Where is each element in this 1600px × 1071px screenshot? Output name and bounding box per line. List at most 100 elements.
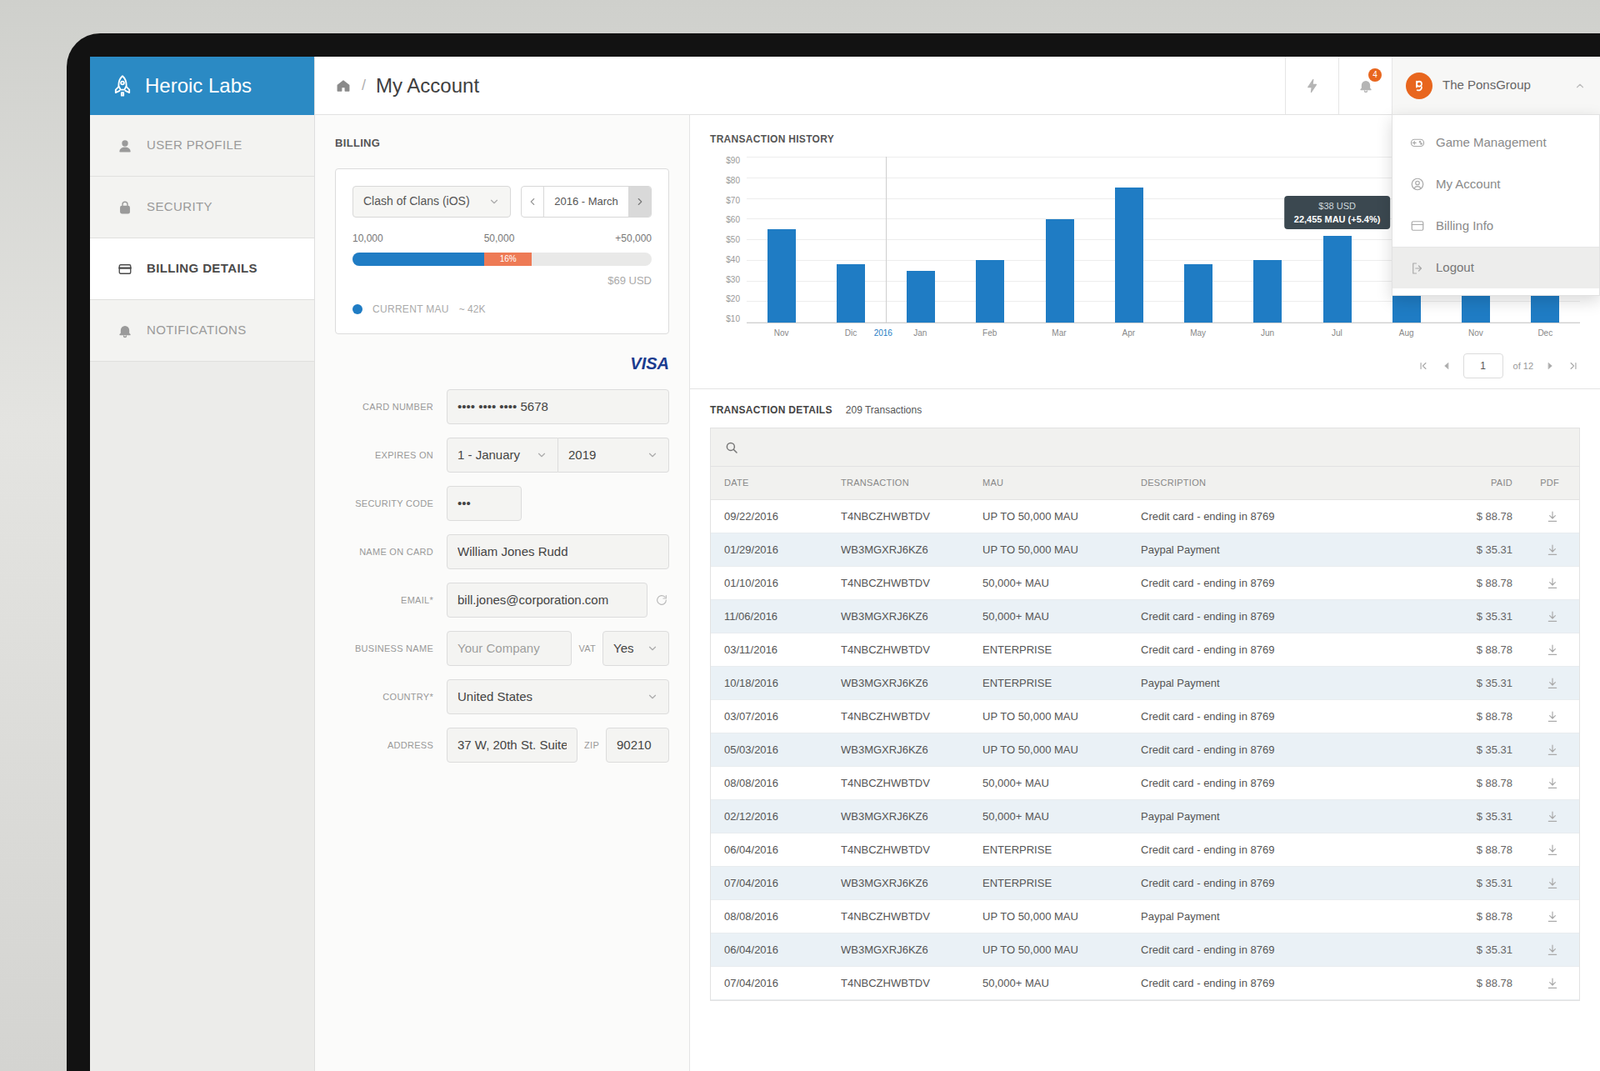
x-label: May (1190, 326, 1206, 340)
sidebar-label: NOTIFICATIONS (146, 320, 247, 340)
page-input[interactable] (1463, 353, 1504, 379)
table-row[interactable]: 03/11/2016T4NBCZHWBTDVENTERPRISECredit c… (710, 633, 1580, 667)
chart-bar[interactable] (767, 229, 796, 323)
table-cell: $ 35.31 (1435, 875, 1520, 892)
table-row[interactable]: 07/04/2016T4NBCZHWBTDV50,000+ MAUCredit … (710, 966, 1580, 1000)
pdf-download-button[interactable] (1519, 810, 1566, 824)
breadcrumb: /My Account (315, 56, 1285, 115)
logout-icon (1409, 260, 1426, 277)
table-cell: WB3MGXRJ6KZ6 (840, 941, 983, 959)
chevron-down-icon (646, 690, 659, 703)
vat-select[interactable]: Yes (602, 630, 670, 666)
business-name-input[interactable] (446, 630, 572, 666)
page-count: of 12 (1513, 359, 1534, 374)
table-cell: T4NBCZHWBTDV (840, 708, 983, 725)
pdf-download-button[interactable] (1519, 876, 1566, 890)
table-row[interactable]: 09/22/2016T4NBCZHWBTDVUP TO 50,000 MAUCr… (710, 500, 1580, 534)
email-input[interactable] (446, 582, 648, 618)
pdf-download-button[interactable] (1519, 976, 1566, 990)
table-row[interactable]: 08/08/2016T4NBCZHWBTDV50,000+ MAUCredit … (710, 766, 1580, 800)
transactions-title: TRANSACTION DETAILS (710, 402, 833, 418)
card-number-input[interactable] (446, 389, 670, 425)
table-cell: $ 35.31 (1435, 941, 1520, 959)
brand[interactable]: Heroic Labs (90, 56, 315, 115)
search-icon (724, 440, 740, 455)
table-cell: $ 88.78 (1435, 508, 1520, 525)
pdf-download-button[interactable] (1519, 643, 1566, 657)
zip-input[interactable] (605, 727, 670, 763)
first-page-icon[interactable] (1416, 359, 1430, 373)
table-cell: $ 35.31 (1435, 541, 1520, 559)
previous-page-icon[interactable] (1440, 359, 1454, 373)
table-cell: Credit card - ending in 8769 (1140, 508, 1436, 525)
laptop-bezel: Heroic LabsUSER PROFILESECURITYBILLING D… (66, 33, 1600, 1071)
pdf-download-button[interactable] (1519, 910, 1566, 924)
account-menu-item[interactable]: Game Management (1392, 121, 1600, 164)
pdf-download-button[interactable] (1519, 776, 1566, 790)
expiry-selects: 1 - January2019 (446, 437, 670, 473)
table-row[interactable]: 06/04/2016T4NBCZHWBTDVENTERPRISECredit c… (710, 833, 1580, 867)
billing-title: BILLING (335, 135, 670, 152)
security-code-input[interactable] (446, 485, 522, 521)
chart-bar[interactable] (1253, 260, 1282, 323)
table-cell: Credit card - ending in 8769 (1140, 875, 1436, 892)
table-cell: Credit card - ending in 8769 (1140, 708, 1436, 725)
table-row[interactable]: 05/03/2016WB3MGXRJ6KZ6UP TO 50,000 MAUCr… (710, 733, 1580, 767)
account-menu-item[interactable]: My Account (1392, 163, 1600, 205)
table-cell: 03/11/2016 (724, 641, 841, 659)
account-switcher[interactable]: The PonsGroupGame ManagementMy AccountBi… (1391, 56, 1600, 115)
pdf-download-button[interactable] (1519, 576, 1566, 590)
security-row (446, 485, 670, 521)
table-row[interactable]: 01/29/2016WB3MGXRJ6KZ6UP TO 50,000 MAUPa… (710, 533, 1580, 567)
last-page-icon[interactable] (1566, 359, 1580, 373)
quick-actions-button[interactable] (1285, 56, 1339, 115)
field-label: EXPIRES ON (335, 448, 434, 463)
table-row[interactable]: 08/08/2016T4NBCZHWBTDVUP TO 50,000 MAUPa… (710, 900, 1580, 934)
tooltip-line: 22,455 MAU (+5.4%) (1294, 212, 1381, 226)
bar-slot (1164, 156, 1234, 323)
table-row[interactable]: 07/04/2016WB3MGXRJ6KZ6ENTERPRISECredit c… (710, 866, 1580, 900)
previous-period-button[interactable] (521, 186, 544, 217)
table-row[interactable]: 11/06/2016WB3MGXRJ6KZ650,000+ MAUCredit … (710, 600, 1580, 634)
pdf-download-button[interactable] (1519, 710, 1566, 724)
game-select[interactable]: Clash of Clans (iOS) (352, 185, 511, 218)
table-row[interactable]: 01/10/2016T4NBCZHWBTDV50,000+ MAUCredit … (710, 566, 1580, 600)
name-on-card-input[interactable] (446, 534, 670, 570)
next-page-icon[interactable] (1543, 359, 1557, 373)
chart-bar[interactable] (1115, 187, 1144, 323)
pdf-download-button[interactable] (1519, 843, 1566, 857)
sidebar-item[interactable]: NOTIFICATIONS (90, 300, 315, 362)
chart-bar[interactable] (1045, 219, 1075, 323)
address-input[interactable] (446, 727, 578, 763)
expiry-year-select[interactable]: 2019 (558, 437, 670, 473)
table-cell: T4NBCZHWBTDV (840, 775, 983, 792)
table-row[interactable]: 06/04/2016WB3MGXRJ6KZ6UP TO 50,000 MAUCr… (710, 933, 1580, 967)
table-row[interactable]: 02/12/2016WB3MGXRJ6KZ650,000+ MAUPaypal … (710, 800, 1580, 834)
breadcrumb-separator: / (361, 74, 366, 97)
sidebar-item[interactable]: SECURITY (90, 176, 315, 239)
account-menu-item[interactable]: Logout (1392, 246, 1600, 289)
pdf-download-button[interactable] (1519, 543, 1566, 557)
chart-bar[interactable] (1184, 264, 1213, 323)
table-row[interactable]: 03/07/2016T4NBCZHWBTDVUP TO 50,000 MAUCr… (710, 700, 1580, 734)
table-row[interactable]: 10/18/2016WB3MGXRJ6KZ6ENTERPRISEPaypal P… (710, 666, 1580, 700)
account-menu-item[interactable]: Billing Info (1392, 205, 1600, 247)
sidebar-item[interactable]: BILLING DETAILS (90, 238, 315, 300)
column-header: TRANSACTION (840, 475, 983, 490)
chart-bar[interactable] (836, 264, 865, 323)
pdf-download-button[interactable] (1519, 676, 1566, 690)
next-period-button[interactable] (629, 186, 651, 217)
chart-bar[interactable] (975, 260, 1005, 323)
game-select-value: Clash of Clans (iOS) (363, 192, 470, 210)
expiry-month-select[interactable]: 1 - January (446, 437, 559, 473)
pdf-download-button[interactable] (1519, 510, 1566, 524)
notifications-button[interactable]: 4 (1338, 56, 1392, 115)
sidebar-item[interactable]: USER PROFILE (90, 115, 315, 177)
chart-bar[interactable] (906, 270, 935, 323)
country-select[interactable]: United States (446, 679, 670, 715)
table-search[interactable] (710, 428, 1580, 467)
pdf-download-button[interactable] (1519, 743, 1566, 757)
pdf-download-button[interactable] (1519, 610, 1566, 624)
pdf-download-button[interactable] (1519, 943, 1566, 957)
chart-bar[interactable] (1323, 235, 1352, 323)
